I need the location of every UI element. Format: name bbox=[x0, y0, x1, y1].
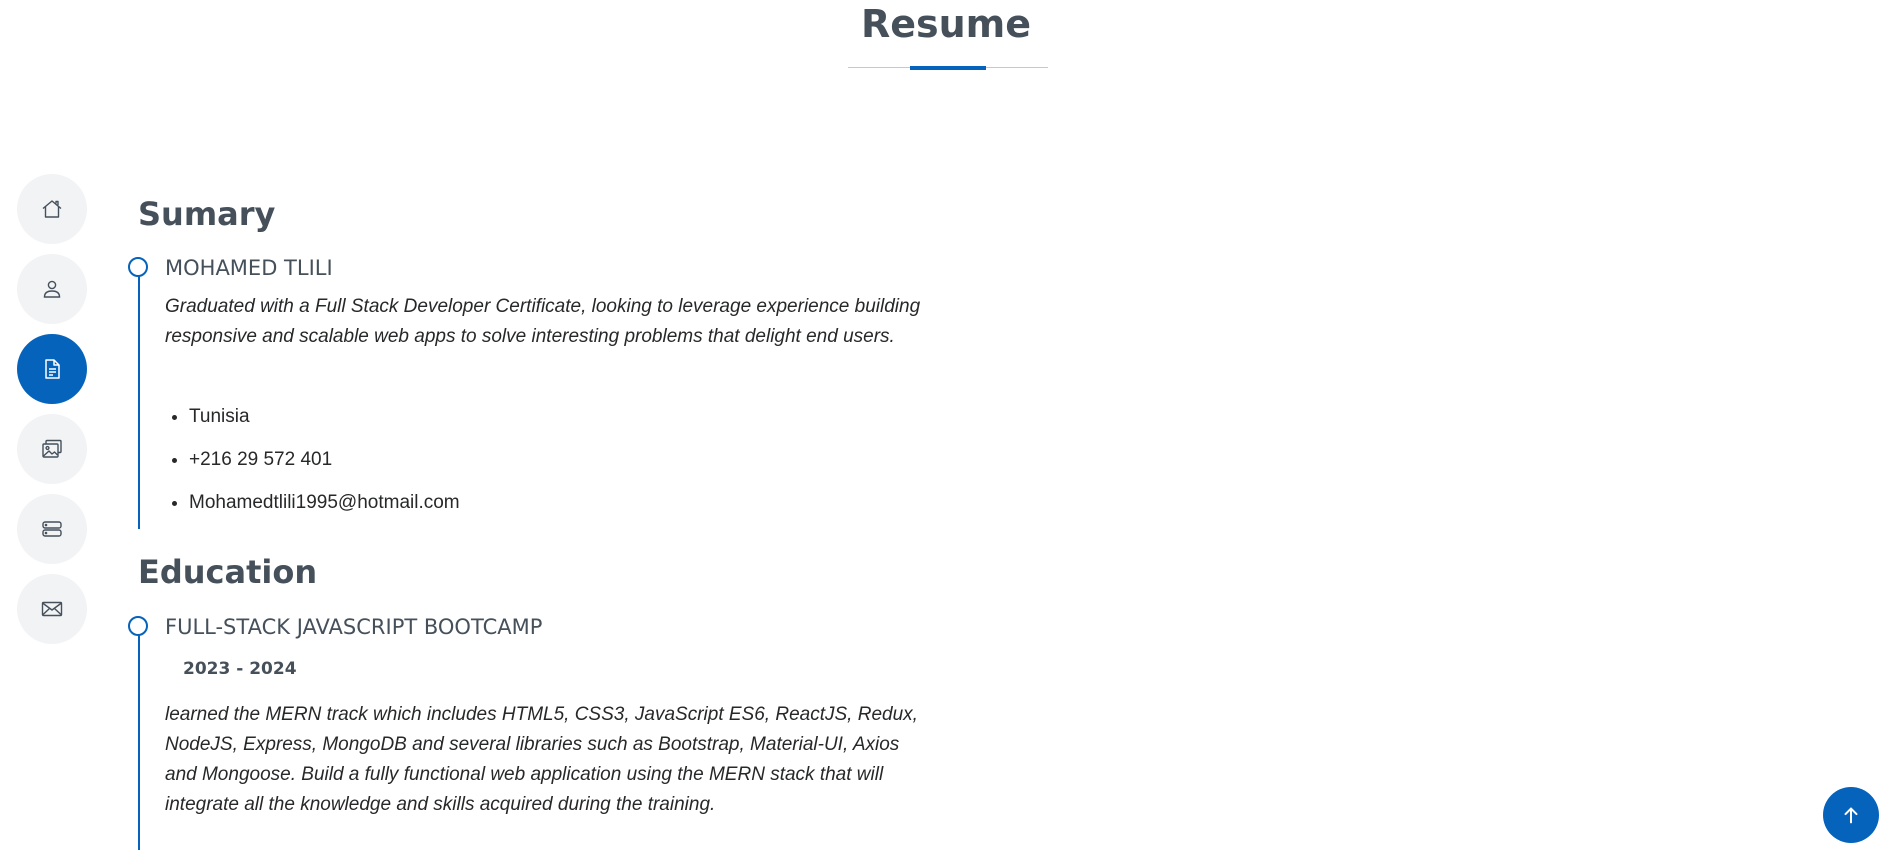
page-title: Resume bbox=[860, 2, 1032, 46]
contact-location: Tunisia bbox=[189, 405, 460, 448]
nav-services-button[interactable] bbox=[17, 494, 87, 564]
education-timeline-line bbox=[138, 625, 140, 850]
summary-timeline-line bbox=[138, 266, 140, 529]
contact-phone: +216 29 572 401 bbox=[189, 448, 460, 491]
images-icon bbox=[42, 439, 62, 458]
home-icon bbox=[42, 200, 62, 218]
education-item-title: FULL-STACK JAVASCRIPT BOOTCAMP bbox=[165, 615, 543, 639]
person-icon bbox=[43, 280, 61, 298]
summary-timeline-dot bbox=[128, 257, 148, 277]
contact-list: Tunisia +216 29 572 401 Mohamedtlili1995… bbox=[165, 405, 460, 534]
resume-page: Resume Sumary MOHAMED TLILI Graduated wi… bbox=[0, 0, 1892, 850]
back-to-top-button[interactable] bbox=[1823, 787, 1879, 843]
server-icon bbox=[42, 521, 62, 537]
arrow-up-icon bbox=[1844, 807, 1858, 824]
education-heading: Education bbox=[138, 553, 318, 591]
nav-contact-button[interactable] bbox=[17, 574, 87, 644]
nav-about-button[interactable] bbox=[17, 254, 87, 324]
education-item-description: learned the MERN track which includes HT… bbox=[165, 704, 918, 815]
envelope-icon bbox=[41, 601, 63, 617]
nav-home-button[interactable] bbox=[17, 174, 87, 244]
summary-heading: Sumary bbox=[138, 195, 276, 233]
education-item-dates: 2023 - 2024 bbox=[183, 659, 297, 679]
summary-name: MOHAMED TLILI bbox=[165, 256, 333, 280]
title-underline-accent bbox=[910, 66, 986, 70]
education-timeline-dot bbox=[128, 616, 148, 636]
nav-resume-button[interactable] bbox=[17, 334, 87, 404]
section-title: Resume bbox=[0, 0, 1892, 46]
file-text-icon bbox=[45, 359, 60, 379]
summary-description: Graduated with a Full Stack Developer Ce… bbox=[165, 296, 921, 347]
nav-portfolio-button[interactable] bbox=[17, 414, 87, 484]
contact-email: Mohamedtlili1995@hotmail.com bbox=[189, 491, 460, 534]
